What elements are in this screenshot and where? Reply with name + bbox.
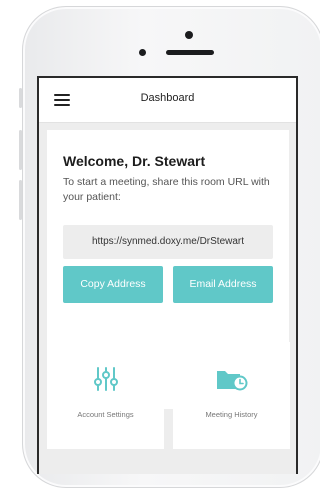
app-screen: Dashboard Welcome, Dr. Stewart To start … (37, 76, 298, 474)
account-settings-tile[interactable]: Account Settings (47, 342, 164, 449)
earpiece-speaker (166, 50, 214, 55)
volume-down-button (19, 180, 22, 220)
mute-switch (19, 88, 22, 108)
front-camera (185, 31, 193, 39)
copy-address-button[interactable]: Copy Address (63, 266, 163, 303)
folder-clock-icon (216, 367, 248, 396)
volume-up-button (19, 130, 22, 170)
meeting-history-label: Meeting History (205, 410, 258, 419)
sliders-icon (93, 367, 119, 396)
account-settings-label: Account Settings (77, 410, 134, 419)
welcome-description: To start a meeting, share this room URL … (63, 176, 270, 203)
email-address-button[interactable]: Email Address (173, 266, 273, 303)
app-header: Dashboard (39, 78, 296, 123)
action-buttons: Copy Address Email Address (63, 266, 273, 303)
room-url-field[interactable]: https://synmed.doxy.me/DrStewart (63, 225, 273, 259)
proximity-sensor (139, 49, 146, 56)
page-title: Dashboard (140, 92, 195, 104)
meeting-history-tile[interactable]: Meeting History (173, 342, 290, 449)
welcome-heading: Welcome, Dr. Stewart (63, 153, 206, 169)
